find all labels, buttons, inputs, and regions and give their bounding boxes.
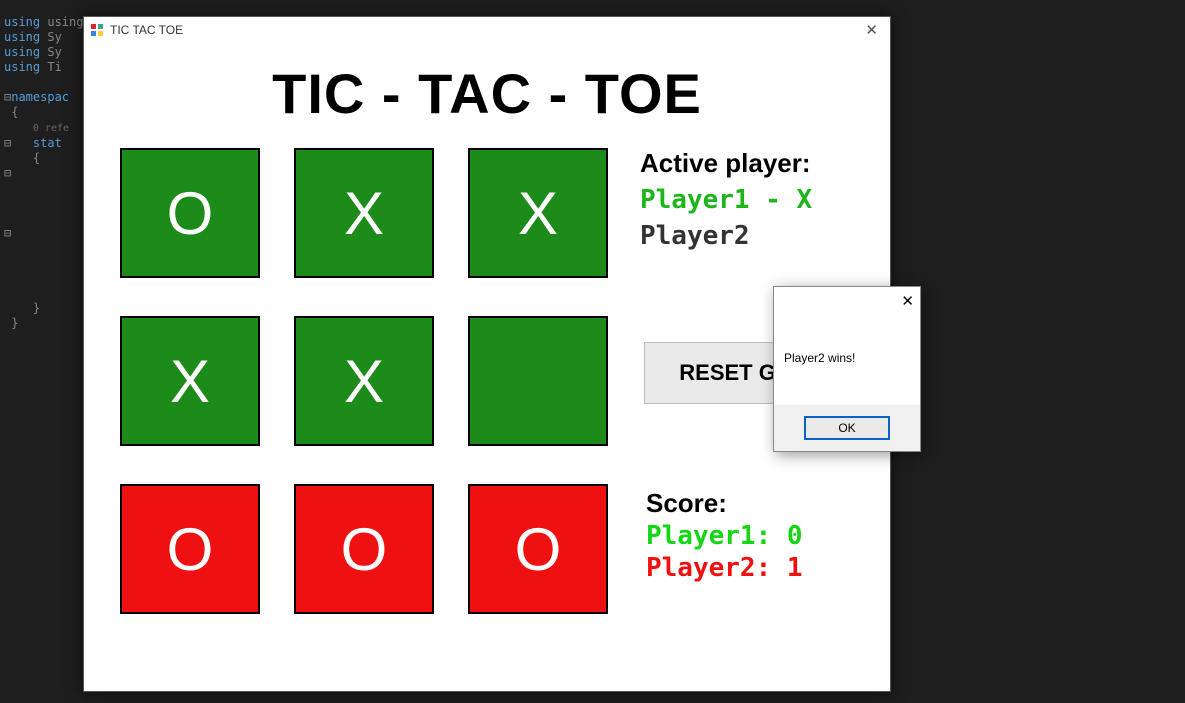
score-player1: Player1: 0 [646,521,803,551]
game-board: O X X X X O O O [120,148,608,614]
cell-2-1[interactable]: O [294,484,434,614]
score-label: Score: [646,488,803,519]
cell-2-0[interactable]: O [120,484,260,614]
window-title: TIC TAC TOE [110,23,859,37]
window-close-button[interactable]: ✕ [859,21,884,39]
cell-1-1[interactable]: X [294,316,434,446]
message-box-footer: OK [774,405,920,451]
player2-indicator: Player2 [640,221,854,251]
cell-0-0[interactable]: O [120,148,260,278]
message-box-titlebar: ✕ [774,287,920,315]
active-player-label: Active player: [640,148,854,179]
cell-0-2[interactable]: X [468,148,608,278]
player1-indicator: Player1 - X [640,185,854,215]
score-block: Score: Player1: 0 Player2: 1 [646,488,803,585]
cell-1-2[interactable] [468,316,608,446]
titlebar: TIC TAC TOE ✕ [84,17,890,43]
cell-0-1[interactable]: X [294,148,434,278]
game-heading: TIC - TAC - TOE [84,61,890,126]
app-icon [90,23,104,37]
score-player2: Player2: 1 [646,553,803,583]
cell-2-2[interactable]: O [468,484,608,614]
message-box-close-button[interactable]: ✕ [901,292,914,310]
message-box-text: Player2 wins! [774,315,920,365]
cell-1-0[interactable]: X [120,316,260,446]
tic-tac-toe-window: TIC TAC TOE ✕ TIC - TAC - TOE O X X X X … [83,16,891,692]
message-box-ok-button[interactable]: OK [804,416,890,440]
message-box: ✕ Player2 wins! OK [773,286,921,452]
